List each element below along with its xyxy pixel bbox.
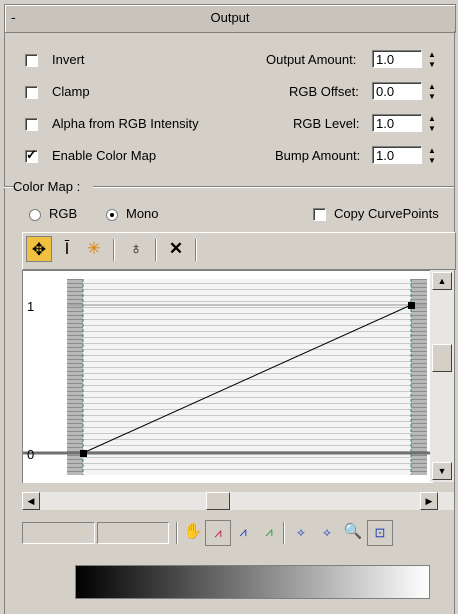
curve-graph[interactable]: 1 0 — [22, 270, 433, 483]
enable-color-map-checkbox[interactable]: ✓ — [25, 147, 38, 163]
scroll-right-icon[interactable]: ▶ — [420, 492, 438, 510]
zoom-horizontally-icon[interactable]: ⟡ — [289, 520, 313, 544]
zoom-icon[interactable]: 🔍 — [341, 520, 365, 544]
enable-color-map-label: Enable Color Map — [52, 148, 157, 163]
copy-curve-points-checkbox[interactable] — [313, 208, 326, 221]
bump-amount-field[interactable]: 1.0 — [372, 146, 422, 164]
rgb-offset-field[interactable]: 0.0 — [372, 82, 422, 100]
zoom-value-extents-icon[interactable]: ⩘ — [257, 520, 281, 544]
group-line-right — [93, 186, 454, 188]
spinner-up-icon[interactable]: ▲ — [426, 114, 438, 124]
curve-toolbar: ✥ Ī ✳ ♁ ✕ — [22, 232, 456, 270]
mono-radio-label: Mono — [126, 206, 159, 221]
reset-curves-icon[interactable]: ♁ — [123, 236, 149, 262]
bottom-separator — [283, 522, 285, 544]
mono-radio[interactable] — [106, 209, 118, 221]
bump-amount-label: Bump Amount: — [275, 148, 361, 163]
pan-icon[interactable]: ✋ — [181, 520, 205, 544]
left-boundary-stripe — [67, 279, 83, 475]
y-label-one: 1 — [27, 299, 34, 314]
alpha-from-rgb-checkbox[interactable] — [25, 118, 38, 131]
panel-border-left — [4, 31, 5, 614]
rgb-level-label: RGB Level: — [293, 116, 360, 131]
y-label-zero: 0 — [27, 447, 34, 462]
output-amount-label: Output Amount: — [266, 52, 357, 67]
zoom-extents-icon[interactable]: ⩘ — [205, 520, 231, 546]
bottom-separator — [176, 522, 178, 544]
alpha-from-rgb-label: Alpha from RGB Intensity — [52, 116, 199, 131]
output-amount-field[interactable]: 1.0 — [372, 50, 422, 68]
rgb-radio-label: RGB — [49, 206, 78, 221]
spinner-up-icon[interactable]: ▲ — [426, 50, 438, 60]
spinner-up-icon[interactable]: ▲ — [426, 82, 438, 92]
spinner-down-icon[interactable]: ▼ — [426, 92, 438, 102]
toolbar-separator — [155, 239, 157, 261]
clamp-label: Clamp — [52, 84, 90, 99]
horizontal-scroll-thumb[interactable] — [206, 492, 230, 510]
invert-checkbox[interactable] — [25, 54, 38, 67]
rgb-level-spinner[interactable]: ▲ ▼ — [426, 114, 438, 134]
vertical-scrollbar[interactable]: ▲ ▼ — [430, 270, 454, 482]
scroll-up-icon[interactable]: ▲ — [432, 272, 452, 290]
rgb-offset-label: RGB Offset: — [289, 84, 359, 99]
point-y-field[interactable] — [97, 522, 169, 544]
spinner-down-icon[interactable]: ▼ — [426, 124, 438, 134]
zoom-region-icon[interactable]: ⊡ — [367, 520, 393, 546]
color-map-gradient-preview — [75, 565, 430, 599]
delete-point-icon[interactable]: ✕ — [163, 236, 189, 262]
zoom-vertically-icon[interactable]: ⟡ — [315, 520, 339, 544]
panel-border-right — [454, 31, 455, 614]
spinner-down-icon[interactable]: ▼ — [426, 60, 438, 70]
color-map-group-label: Color Map : — [13, 179, 81, 194]
spinner-down-icon[interactable]: ▼ — [426, 156, 438, 166]
scroll-left-icon[interactable]: ◀ — [22, 492, 40, 510]
curve-point[interactable] — [80, 450, 87, 457]
curve-graph-svg: 1 0 — [23, 279, 433, 475]
graph-band — [67, 279, 427, 475]
rgb-offset-spinner[interactable]: ▲ ▼ — [426, 82, 438, 102]
output-rollout-header[interactable]: - Output — [4, 4, 456, 33]
toolbar-separator — [195, 239, 197, 261]
vertical-scroll-thumb[interactable] — [432, 344, 452, 372]
copy-curve-points-label: Copy CurvePoints — [334, 206, 439, 221]
horizontal-scrollbar[interactable]: ◀ ▶ — [22, 492, 454, 510]
zoom-horizontal-extents-icon[interactable]: ⩘ — [231, 520, 255, 544]
bump-amount-spinner[interactable]: ▲ ▼ — [426, 146, 438, 166]
curve-point[interactable] — [408, 302, 415, 309]
rgb-radio[interactable] — [29, 209, 41, 221]
invert-label: Invert — [52, 52, 85, 67]
scroll-down-icon[interactable]: ▼ — [432, 462, 452, 480]
move-icon[interactable]: ✥ — [26, 236, 52, 262]
checkmark-icon: ✓ — [26, 147, 37, 162]
spinner-up-icon[interactable]: ▲ — [426, 146, 438, 156]
toolbar-separator — [113, 239, 115, 261]
clamp-checkbox[interactable] — [25, 86, 38, 99]
rgb-level-field[interactable]: 1.0 — [372, 114, 422, 132]
point-x-field[interactable] — [22, 522, 95, 544]
rollout-title: Output — [210, 10, 250, 25]
output-amount-spinner[interactable]: ▲ ▼ — [426, 50, 438, 70]
scale-point-icon[interactable]: Ī — [54, 236, 80, 262]
add-point-icon[interactable]: ✳ — [81, 236, 107, 262]
